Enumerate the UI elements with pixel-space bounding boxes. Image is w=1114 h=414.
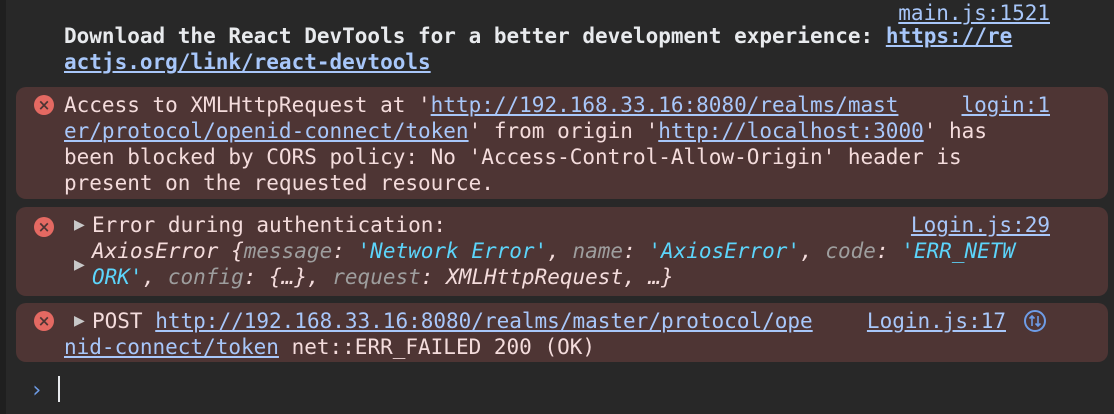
object-value: {…} (269, 265, 307, 289)
console-left-gutter (0, 0, 6, 414)
source-link-login-js-29[interactable]: Login.js:29 (911, 212, 1050, 238)
cors-text: ' has (923, 119, 987, 143)
object-name: AxiosError { (92, 239, 244, 263)
expand-triangle-icon[interactable]: ▶ (74, 212, 85, 238)
object-key: name (572, 239, 624, 263)
expand-object-triangle-icon[interactable]: ▶ (74, 252, 85, 278)
info-text: Download the React DevTools for a better… (64, 24, 886, 48)
source-link-login-js-17[interactable]: Login.js:17 (867, 308, 1006, 334)
info-message-text: Download the React DevTools for a better… (64, 23, 1064, 75)
cors-text: Access to XMLHttpRequest at ' (64, 93, 431, 117)
object-value: ORK' (92, 265, 143, 289)
console-input-caret[interactable] (58, 376, 60, 402)
error-icon: × (34, 95, 54, 115)
console-prompt-icon: › (30, 378, 44, 403)
object-value: 'ERR_NETW (901, 239, 1016, 263)
object-key: code (825, 239, 876, 263)
cors-text: present on the requested resource. (64, 171, 494, 195)
object-value: XMLHttpRequest, …} (446, 265, 674, 289)
post-error-message: × ▶ POST http://192.168.33.16:8080/realm… (16, 303, 1108, 362)
object-key: config (167, 265, 244, 289)
token-url-link[interactable]: http://192.168.33.16:8080/realms/mast (431, 93, 899, 117)
origin-link[interactable]: http://localhost:3000 (658, 119, 924, 143)
cors-text: ' from origin ' (468, 119, 659, 143)
cors-error-message: × login:1 Access to XMLHttpRequest at 'h… (16, 87, 1108, 199)
source-link-login[interactable]: login:1 (961, 92, 1050, 118)
axios-error-object-cont: ORK', config: {…}, request: XMLHttpReque… (92, 265, 674, 289)
react-devtools-link-cont[interactable]: actjs.org/link/react-devtools (64, 50, 431, 74)
error-icon: × (34, 217, 54, 237)
token-url-link-cont[interactable]: er/protocol/openid-connect/token (64, 119, 469, 143)
object-key: request (332, 265, 421, 289)
http-method: POST (92, 309, 143, 333)
cors-text: been blocked by CORS policy: No 'Access-… (64, 145, 962, 169)
react-devtools-link[interactable]: https://re (886, 24, 1012, 48)
post-url-link[interactable]: http://192.168.33.16:8080/realms/master/… (155, 309, 812, 333)
post-status: net::ERR_FAILED 200 (OK) (278, 335, 596, 359)
network-request-icon[interactable] (1024, 310, 1046, 332)
post-url-link-cont[interactable]: nid-connect/token (64, 335, 279, 359)
object-value: 'AxiosError' (648, 239, 801, 263)
auth-error-title: Error during authentication: (92, 213, 447, 237)
devtools-console: main.js:1521 Download the React DevTools… (0, 0, 1114, 414)
axios-error-object[interactable]: AxiosError {message: 'Network Error', na… (92, 238, 1015, 264)
expand-triangle-icon[interactable]: ▶ (74, 308, 85, 334)
object-key: message (243, 239, 333, 263)
auth-error-message: × ▶ Error during authentication: Login.j… (16, 207, 1108, 296)
object-value: 'Network Error' (357, 239, 548, 263)
error-icon: × (34, 311, 54, 331)
